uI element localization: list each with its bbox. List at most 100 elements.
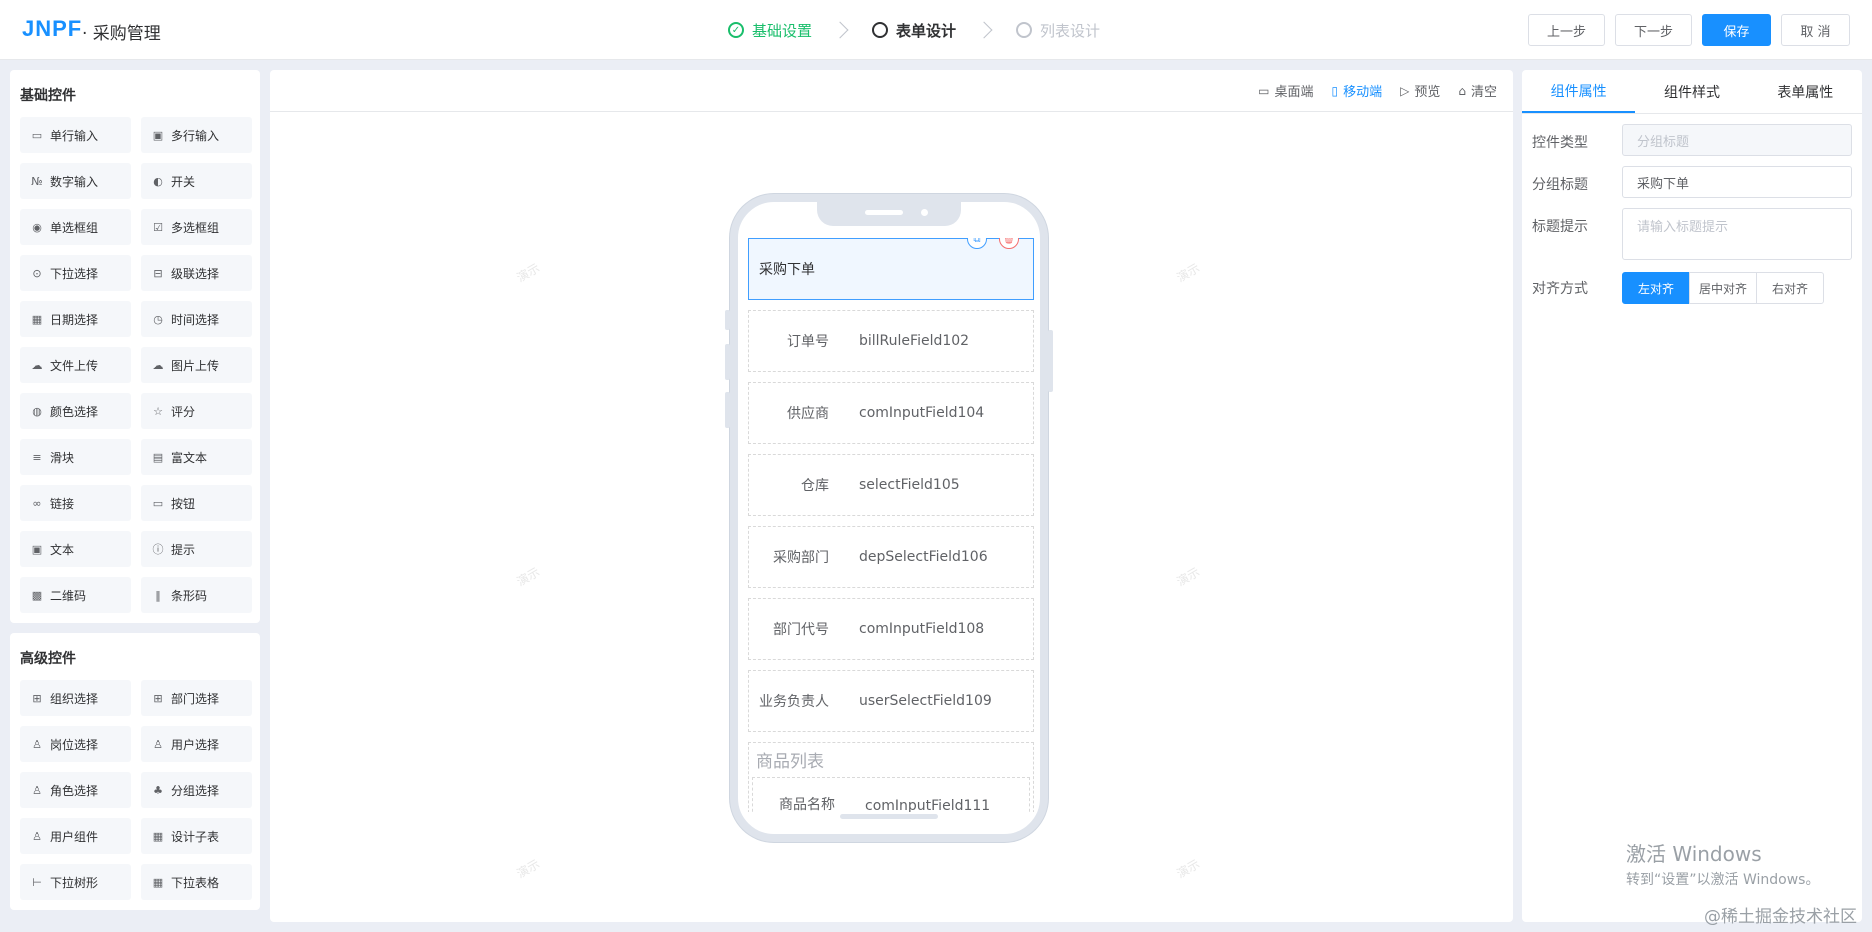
radio-icon: ◉	[32, 220, 42, 234]
component-item[interactable]: ▤ 富文本	[141, 439, 252, 475]
component-item[interactable]: ♙ 用户选择	[141, 726, 252, 762]
component-item[interactable]: ∞ 链接	[20, 485, 131, 521]
tab-component-props[interactable]: 组件属性	[1522, 70, 1636, 113]
form-field-row[interactable]: 订单号 billRuleField102	[748, 310, 1034, 372]
mobile-phone-frame: 采购下单 ⧉ 🗑 订单号 billRuleField102 供应商 comInputF…	[725, 194, 1053, 842]
number-icon: №	[31, 174, 43, 188]
component-item[interactable]: ⊟ 级联选择	[141, 255, 252, 291]
barcode-icon: ‖	[155, 588, 161, 602]
component-item[interactable]: ▦ 设计子表	[141, 818, 252, 854]
form-field-row[interactable]: 部门代号 comInputField108	[748, 598, 1034, 660]
component-item[interactable]: ☆ 评分	[141, 393, 252, 429]
watermark: 演示	[514, 856, 543, 881]
component-item[interactable]: ☁ 文件上传	[20, 347, 131, 383]
component-item[interactable]: ▭ 按钮	[141, 485, 252, 521]
watermark: 演示	[1174, 260, 1203, 285]
component-item[interactable]: ▩ 二维码	[20, 577, 131, 613]
component-item[interactable]: ▣ 文本	[20, 531, 131, 567]
delete-icon[interactable]: 🗑	[999, 238, 1019, 249]
form-canvas: 采购下单 ⧉ 🗑 订单号 billRuleField102 供应商 comInputF…	[748, 238, 1034, 812]
component-label: 单选框组	[50, 220, 99, 235]
component-item[interactable]: ♙ 用户组件	[20, 818, 131, 854]
component-item[interactable]: ⊢ 下拉树形	[20, 864, 131, 900]
title-tip-textarea[interactable]: 请输入标题提示	[1622, 208, 1852, 260]
tab-component-style[interactable]: 组件样式	[1635, 70, 1748, 113]
component-item[interactable]: № 数字输入	[20, 163, 131, 199]
phone-notch	[817, 200, 961, 226]
slider-icon: ≡	[32, 450, 42, 464]
component-item[interactable]: ◷ 时间选择	[141, 301, 252, 337]
component-item[interactable]: ◉ 单选框组	[20, 209, 131, 245]
subtable-component[interactable]: 商品列表 商品名称 comInputField111	[748, 742, 1034, 812]
field-value: depSelectField106	[859, 549, 988, 565]
prop-row-align: 对齐方式 左对齐 居中对齐 右对齐	[1532, 270, 1852, 304]
form-field-row[interactable]: 采购部门 depSelectField106	[748, 526, 1034, 588]
component-item[interactable]: ☑ 多选框组	[141, 209, 252, 245]
step-basic-settings[interactable]: ✓ 基础设置	[728, 20, 812, 41]
component-item[interactable]: ⓘ 提示	[141, 531, 252, 567]
role-icon: ♙	[32, 783, 42, 797]
chevron-right-icon	[975, 21, 993, 39]
component-label: 日期选择	[50, 312, 99, 327]
header-actions: 上一步 下一步 保存 取 消	[1527, 14, 1850, 46]
component-item[interactable]: ▣ 多行输入	[141, 117, 252, 153]
advanced-components-title: 高级控件	[20, 651, 76, 667]
cancel-button[interactable]: 取 消	[1781, 14, 1850, 46]
circle-icon	[1016, 22, 1033, 38]
component-item[interactable]: ≡ 滑块	[20, 439, 131, 475]
component-label: 二维码	[50, 588, 87, 603]
group-title-field[interactable]: 采购下单	[1622, 166, 1852, 198]
group-icon: ♣	[153, 783, 163, 797]
component-item[interactable]: ‖ 条形码	[141, 577, 252, 613]
component-item[interactable]: ⊙ 下拉选择	[20, 255, 131, 291]
tab-form-props[interactable]: 表单属性	[1749, 70, 1862, 113]
component-item[interactable]: ◐ 开关	[141, 163, 252, 199]
field-label: 仓库	[801, 478, 829, 494]
align-segmented: 左对齐 居中对齐 右对齐	[1622, 272, 1824, 304]
richtext-icon: ▤	[152, 450, 164, 464]
save-button[interactable]: 保存	[1702, 14, 1771, 46]
upload-icon: ☁	[31, 358, 43, 372]
preview-button[interactable]: ▷ 预览	[1400, 81, 1440, 101]
advanced-components: 高级控件 ⊞ 组织选择 ⊞ 部门选择 ♙ 岗位选择 ♙ 用户选择 ♙ 角色选择 ♣ 分组选择 ♙ 用户组件…	[10, 633, 260, 910]
chevron-right-icon	[831, 21, 849, 39]
subtable-title: 商品列表	[756, 752, 824, 772]
component-label: 角色选择	[50, 783, 99, 798]
form-field-row[interactable]: 供应商 comInputField104	[748, 382, 1034, 444]
component-item[interactable]: ♙ 岗位选择	[20, 726, 131, 762]
align-right-button[interactable]: 右对齐	[1756, 272, 1824, 304]
next-button[interactable]: 下一步	[1614, 14, 1692, 46]
component-item[interactable]: ♣ 分组选择	[141, 772, 252, 808]
component-item[interactable]: ▭ 单行输入	[20, 117, 131, 153]
step-form-design[interactable]: 表单设计	[872, 20, 956, 41]
group-title-component[interactable]: 采购下单 ⧉ 🗑	[748, 238, 1034, 300]
watermark: 演示	[514, 260, 543, 285]
component-item[interactable]: ☁ 图片上传	[141, 347, 252, 383]
desktop-view-button[interactable]: ▭ 桌面端	[1258, 81, 1313, 101]
component-label: 滑块	[50, 450, 75, 465]
component-label: 评分	[171, 404, 196, 419]
form-field-row[interactable]: 业务负责人 userSelectField109	[748, 670, 1034, 732]
component-item[interactable]: ▦ 日期选择	[20, 301, 131, 337]
prev-button[interactable]: 上一步	[1527, 14, 1605, 46]
field-value: selectField105	[859, 477, 960, 493]
subtable-field[interactable]: 商品名称 comInputField111	[752, 777, 1030, 812]
palette-icon: ◍	[32, 404, 42, 418]
form-field-row[interactable]: 仓库 selectField105	[748, 454, 1034, 516]
component-item[interactable]: ◍ 颜色选择	[20, 393, 131, 429]
step-label: 列表设计	[1040, 21, 1101, 40]
canvas-toolbar: ▭ 桌面端 ▯ 移动端 ▷ 预览 ⌂ 清空	[270, 70, 1513, 112]
table-icon: ▦	[152, 829, 164, 843]
copy-icon[interactable]: ⧉	[967, 238, 987, 249]
component-item[interactable]: ⊞ 组织选择	[20, 680, 131, 716]
component-item[interactable]: ♙ 角色选择	[20, 772, 131, 808]
step-list-design[interactable]: 列表设计	[1016, 20, 1100, 41]
mobile-view-button[interactable]: ▯ 移动端	[1331, 81, 1382, 101]
clear-button[interactable]: ⌂ 清空	[1458, 81, 1497, 101]
align-left-button[interactable]: 左对齐	[1622, 272, 1690, 304]
align-center-button[interactable]: 居中对齐	[1689, 272, 1757, 304]
watermark: 演示	[514, 564, 543, 589]
component-item[interactable]: ▦ 下拉表格	[141, 864, 252, 900]
component-label: 文件上传	[50, 358, 99, 373]
component-item[interactable]: ⊞ 部门选择	[141, 680, 252, 716]
